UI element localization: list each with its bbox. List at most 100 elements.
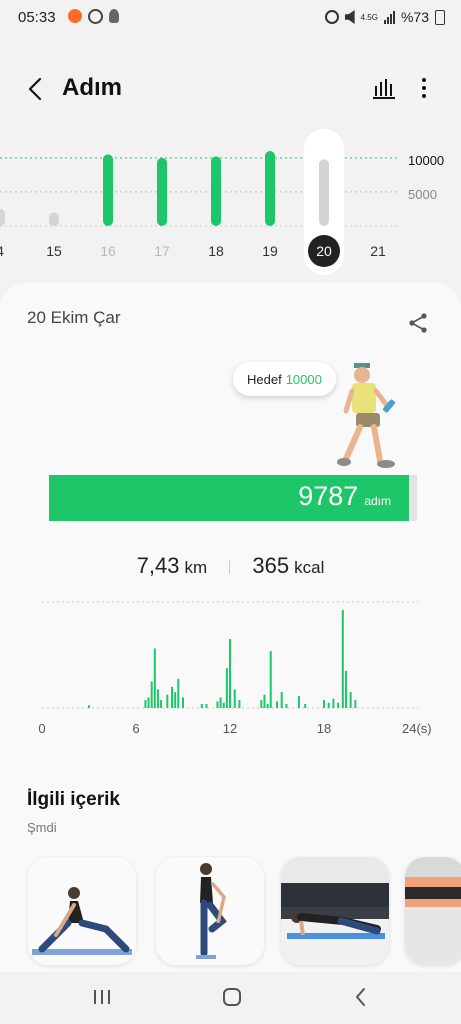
hourly-bar	[182, 697, 184, 708]
home-icon[interactable]	[221, 986, 243, 1008]
hourly-bar	[144, 700, 147, 708]
hourly-bar	[341, 609, 344, 708]
plank-exercise-image	[281, 857, 389, 965]
hourly-tick-label: 12	[223, 721, 237, 736]
hourly-bar	[225, 668, 228, 708]
hourly-bar	[266, 704, 269, 708]
hourly-bar	[349, 692, 352, 708]
signal-icon	[383, 10, 395, 24]
hourly-bar	[177, 678, 180, 708]
lunge-exercise-image	[28, 857, 136, 965]
hourly-bar	[263, 694, 266, 708]
goal-bubble: Hedef 10000	[233, 362, 336, 396]
day-label-15[interactable]: 15	[39, 243, 69, 259]
alarm-icon	[324, 10, 339, 24]
hourly-bar	[174, 692, 177, 708]
walking-person-illustration	[337, 363, 395, 468]
step-progress-bar: 9787 adım	[49, 475, 417, 521]
hourly-bar	[219, 697, 222, 708]
hourly-bar	[229, 639, 231, 708]
steps-readout: 9787 adım	[298, 481, 391, 512]
share-icon[interactable]	[406, 311, 430, 335]
hourly-bar	[153, 648, 156, 708]
steps-unit: adım	[364, 494, 391, 508]
calories-unit: kcal	[294, 558, 325, 577]
hourly-bar	[354, 700, 357, 708]
day-bar-16	[103, 154, 113, 226]
goal-prefix: Hedef	[247, 371, 282, 387]
network-label: 4.5G	[360, 12, 378, 22]
more-vertical-icon[interactable]	[416, 76, 432, 100]
related-item-quad-stretch[interactable]	[156, 857, 264, 965]
mid-line-label: 5000	[408, 187, 437, 202]
hourly-bar	[297, 696, 300, 708]
hourly-bar	[156, 689, 159, 708]
related-item-plank-2[interactable]	[405, 857, 461, 965]
hourly-bar	[280, 692, 283, 708]
goal-value: 10000	[285, 371, 322, 387]
hourly-tick-label: 18	[317, 721, 331, 736]
day-label-20[interactable]: 20	[308, 235, 340, 267]
related-item-stretch-lunge[interactable]	[28, 857, 136, 965]
day-bar-15	[49, 212, 59, 226]
day-bar-4	[0, 208, 5, 226]
distance-value: 7,43	[136, 553, 180, 578]
hourly-bar	[337, 702, 340, 708]
day-bar-20	[319, 159, 329, 226]
status-bar: 05:33 4.5G %73	[0, 0, 461, 36]
day-label-19[interactable]: 19	[255, 243, 285, 259]
status-time: 05:33	[18, 9, 56, 26]
notification-icons	[68, 9, 119, 24]
battery-label: %73	[400, 9, 429, 25]
related-content-title: İlgili içerik	[27, 789, 120, 810]
goal-line-label: 10000	[408, 153, 445, 168]
calories-value: 365	[252, 553, 290, 578]
hourly-bar	[269, 651, 272, 708]
hourly-bar	[171, 686, 174, 708]
mute-icon	[344, 10, 355, 24]
hourly-bar	[327, 702, 330, 708]
weekly-step-chart[interactable]: 10000 5000 4 15 16 17 18 19 20 21	[0, 125, 461, 275]
day-bar-19	[265, 151, 275, 226]
app-bar: Adım	[0, 60, 461, 120]
hourly-bar	[147, 697, 150, 708]
hourly-bar	[166, 694, 169, 708]
hourly-tick-label: 24(s)	[402, 721, 432, 736]
day-label-4[interactable]: 4	[0, 243, 15, 259]
day-label-21[interactable]: 21	[363, 243, 393, 259]
related-content-subtitle: Şmdi	[27, 820, 57, 835]
hourly-bar	[233, 689, 236, 708]
page-title: Adım	[62, 74, 122, 101]
day-label-18[interactable]: 18	[201, 243, 231, 259]
hourly-bar	[304, 704, 307, 708]
whatsapp-icon	[88, 9, 103, 24]
system-nav-bar	[0, 972, 461, 1024]
day-bar-18	[211, 156, 221, 226]
bar-chart-icon[interactable]	[372, 76, 396, 100]
distance-calorie-summary: 7,43 km 365 kcal	[0, 553, 461, 579]
related-item-plank[interactable]	[281, 857, 389, 965]
hourly-bar	[238, 700, 241, 708]
hourly-bar	[276, 701, 278, 708]
day-bar-17	[157, 157, 167, 226]
hourly-bar	[88, 705, 90, 708]
person-notification-icon	[109, 9, 119, 23]
recent-apps-icon[interactable]	[92, 988, 112, 1006]
hourly-bar	[344, 670, 347, 708]
day-label-17[interactable]: 17	[147, 243, 177, 259]
hourly-bar	[216, 701, 219, 708]
back-arrow-icon[interactable]	[22, 74, 50, 104]
battery-icon	[435, 9, 445, 25]
hourly-steps-chart[interactable]: 0 6 12 18 24(s)	[0, 593, 461, 743]
hourly-bar	[285, 704, 288, 708]
back-icon[interactable]	[352, 986, 370, 1008]
plank-exercise-image-2	[405, 857, 461, 965]
hourly-bar	[205, 704, 208, 708]
hourly-bar	[160, 700, 163, 708]
hourly-tick-label: 0	[38, 721, 45, 736]
day-label-16[interactable]: 16	[93, 243, 123, 259]
day-detail-card: 20 Ekim Çar Hedef 10000 9787 adım 7,43 km…	[0, 283, 461, 973]
hourly-bar	[150, 681, 153, 708]
hourly-bar	[260, 700, 263, 708]
selected-date: 20 Ekim Çar	[27, 308, 121, 327]
